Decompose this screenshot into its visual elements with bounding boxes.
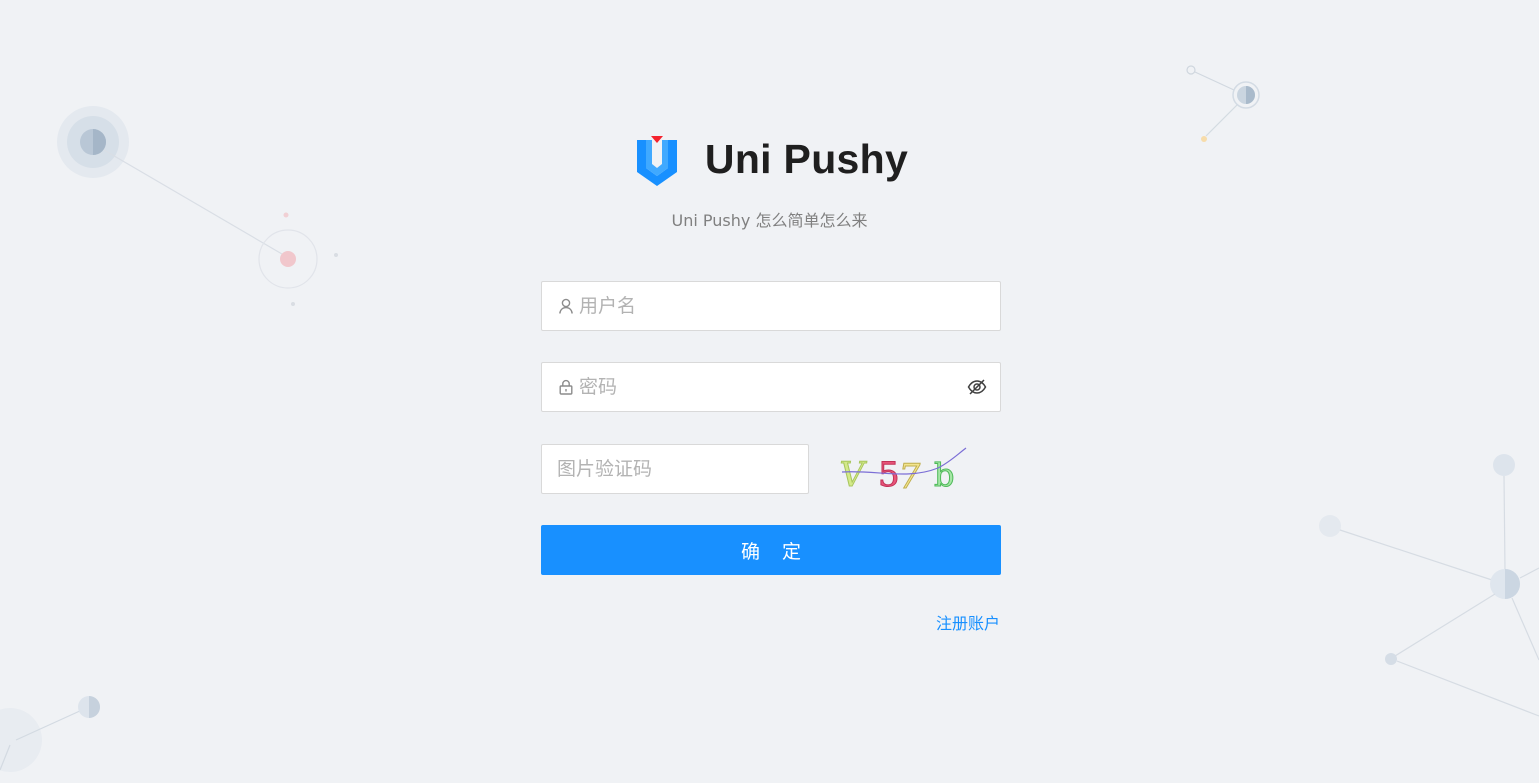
svg-text:V: V	[838, 455, 869, 492]
username-field[interactable]	[541, 281, 1001, 331]
login-page: Uni Pushy Uni Pushy 怎么简单怎么来 用户名 图片验证码 V …	[0, 0, 1539, 783]
brand-title: Uni Pushy	[704, 135, 909, 182]
uni-pushy-logo-icon	[636, 136, 677, 186]
user-icon	[557, 297, 575, 315]
password-input[interactable]	[579, 363, 967, 411]
password-field[interactable]	[541, 362, 1001, 412]
username-input[interactable]	[579, 282, 1000, 330]
brand-inner: Uni Pushy	[635, 132, 908, 186]
svg-text:b: b	[934, 456, 954, 492]
captcha-image[interactable]: V 5 7 b	[838, 446, 968, 492]
lock-icon	[557, 378, 575, 396]
register-link[interactable]: 注册账户	[936, 610, 1000, 634]
brand-subtitle: Uni Pushy 怎么简单怎么来	[671, 211, 868, 230]
brand-header: Uni Pushy	[0, 132, 1539, 186]
captcha-field[interactable]	[541, 444, 809, 494]
submit-button[interactable]: 确 定	[541, 525, 1001, 575]
eye-off-icon[interactable]	[967, 377, 987, 397]
captcha-input[interactable]	[557, 445, 808, 493]
